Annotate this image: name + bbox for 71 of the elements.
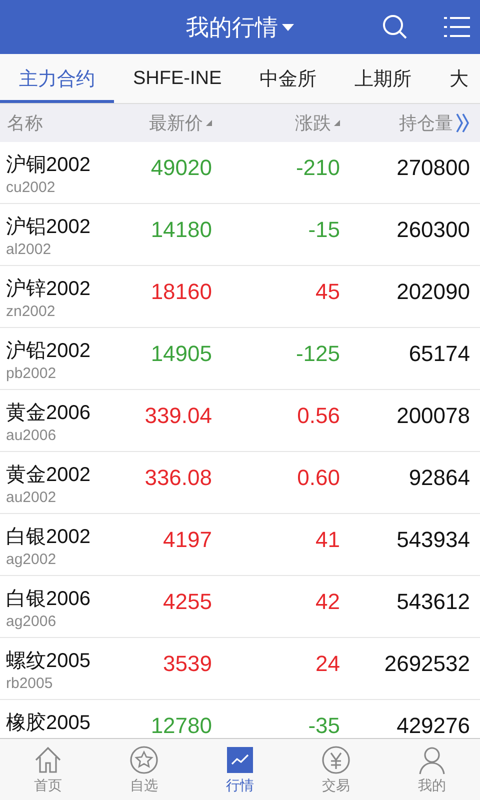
tab[interactable]: 大 <box>430 54 480 103</box>
person-icon <box>417 744 447 774</box>
latest-price: 18160 <box>150 281 212 303</box>
price-change: 42 <box>314 591 340 613</box>
column-header: 持仓量 <box>399 112 453 135</box>
column-header[interactable]: 最新价 <box>149 111 203 135</box>
contract-name: 橡胶2005 <box>6 711 92 736</box>
contract-code: rb2005 <box>6 675 54 692</box>
search-icon[interactable] <box>382 14 408 40</box>
menu-icon[interactable] <box>444 15 470 39</box>
tab[interactable]: 上期所 <box>336 54 431 103</box>
open-interest: 65174 <box>408 343 470 365</box>
nav-item[interactable]: 行情 <box>192 739 288 800</box>
open-interest: 260300 <box>396 219 470 241</box>
price-change: 0.56 <box>296 405 340 427</box>
contract-code: pb2002 <box>6 365 58 382</box>
nav-item[interactable]: 我的 <box>384 739 480 800</box>
column-header[interactable]: 涨跌 <box>295 111 331 135</box>
contract-name: 白银2006 <box>6 587 92 612</box>
latest-price: 49020 <box>150 157 212 179</box>
latest-price: 12780 <box>150 715 212 737</box>
price-change: -125 <box>294 343 340 365</box>
latest-price: 3539 <box>162 653 212 675</box>
contract-name: 黄金2006 <box>6 401 92 426</box>
tab[interactable]: SHFE-INE <box>114 54 241 103</box>
open-interest: 200078 <box>396 405 470 427</box>
latest-price: 336.08 <box>144 467 212 489</box>
latest-price: 14180 <box>150 219 212 241</box>
contract-code: zn2002 <box>6 303 56 320</box>
contract-code: cu2002 <box>6 179 56 196</box>
latest-price: 4255 <box>162 591 212 613</box>
home-icon <box>33 744 63 774</box>
open-interest: 543934 <box>396 529 470 551</box>
contract-code: ag2006 <box>6 613 58 630</box>
contract-code: ag2002 <box>6 551 58 568</box>
nav-item[interactable]: 交易 <box>288 739 384 800</box>
contract-name: 白银2002 <box>6 525 92 550</box>
latest-price: 4197 <box>162 529 212 551</box>
contract-name: 螺纹2005 <box>6 649 92 674</box>
price-change: 24 <box>314 653 340 675</box>
nav-item[interactable]: 自选 <box>96 739 192 800</box>
latest-price: 14905 <box>150 343 212 365</box>
open-interest: 270800 <box>396 157 470 179</box>
nav-item[interactable]: 首页 <box>0 739 96 800</box>
contract-code: al2002 <box>6 241 52 258</box>
contract-name: 沪铝2002 <box>6 215 92 240</box>
latest-price: 339.04 <box>144 405 212 427</box>
open-interest: 92864 <box>408 467 470 489</box>
contract-name: 黄金2002 <box>6 463 92 488</box>
contract-name: 沪铅2002 <box>6 339 92 364</box>
contract-name: 沪锌2002 <box>6 277 92 302</box>
tab[interactable]: 中金所 <box>240 54 336 103</box>
open-interest: 202090 <box>396 281 470 303</box>
contract-code: au2002 <box>6 489 58 506</box>
page-title[interactable]: 我的行情 <box>186 12 278 42</box>
contract-code: au2006 <box>6 427 58 444</box>
price-change: -35 <box>307 715 340 737</box>
open-interest: 2692532 <box>383 653 470 675</box>
open-interest: 429276 <box>396 715 470 737</box>
price-change: 41 <box>314 529 340 551</box>
open-interest: 543612 <box>396 591 470 613</box>
price-change: -210 <box>294 157 340 179</box>
dropdown-caret-icon[interactable] <box>282 24 294 30</box>
column-header: 名称 <box>7 112 43 135</box>
yen-icon <box>321 744 351 774</box>
chart-icon <box>225 744 255 774</box>
double-chevron-icon[interactable] <box>456 113 470 133</box>
price-change: 0.60 <box>296 467 340 489</box>
contract-name: 沪铜2002 <box>6 153 92 178</box>
price-change: 45 <box>314 281 340 303</box>
price-change: -15 <box>307 219 340 241</box>
